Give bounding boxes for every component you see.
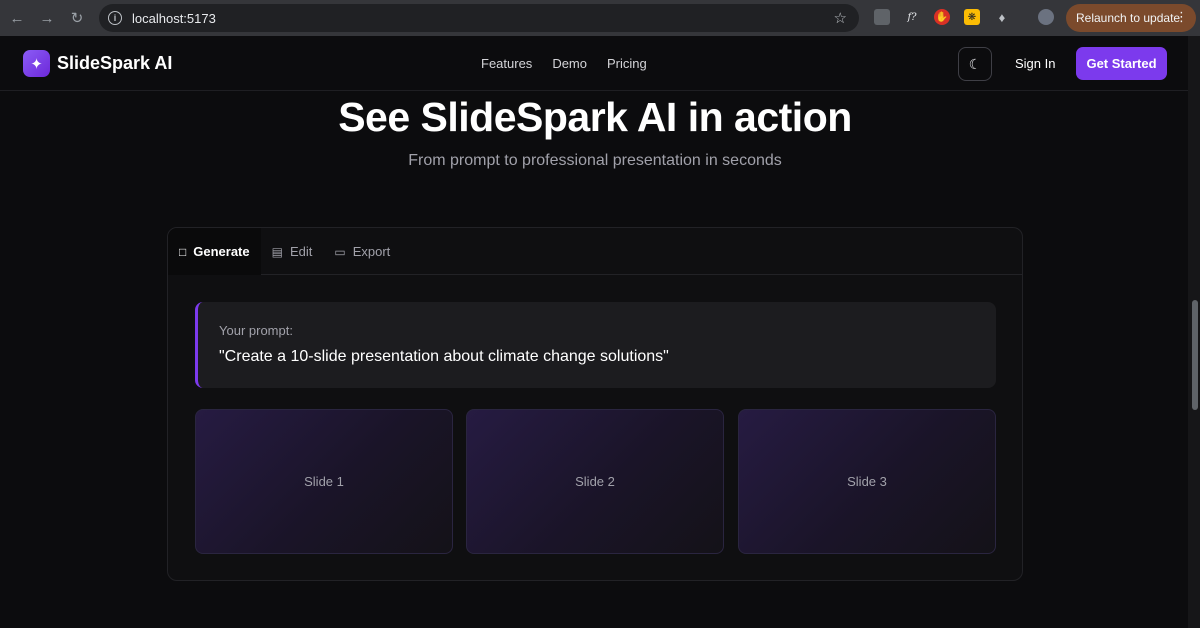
- theme-toggle-button[interactable]: ☾: [958, 47, 992, 81]
- relaunch-label: Relaunch to update: [1076, 11, 1181, 25]
- reload-icon[interactable]: ↻: [62, 0, 92, 36]
- tab-label: Edit: [289, 244, 313, 259]
- prompt-text: "Create a 10-slide presentation about cl…: [219, 348, 669, 365]
- slide-card-2[interactable]: Slide 2: [466, 409, 724, 554]
- puzzle-icon[interactable]: ♦: [994, 9, 1010, 25]
- sign-in-button[interactable]: Sign In: [1015, 56, 1055, 71]
- tab-generate[interactable]: □ Generate: [168, 228, 261, 275]
- bookmark-star-icon[interactable]: ☆: [834, 9, 847, 27]
- slide-label: Slide 3: [847, 474, 887, 489]
- slide-label: Slide 1: [304, 474, 344, 489]
- chat-icon: □: [179, 244, 187, 259]
- address-bar[interactable]: i localhost:5173 ☆: [99, 4, 859, 32]
- prompt-box: Your prompt: "Create a 10-slide presenta…: [195, 302, 996, 388]
- browser-toolbar: ← → ↻ i localhost:5173 ☆ f? ✋ ❋ ♦ Relaun…: [0, 0, 1200, 36]
- tab-label: Generate: [193, 244, 250, 259]
- nav-link-pricing[interactable]: Pricing: [607, 56, 647, 71]
- page-title: See SlideSpark AI in action: [338, 94, 852, 140]
- demo-panel: □ Generate ▤ Edit ▭ Export Your prompt: …: [167, 227, 1023, 581]
- slide-card-3[interactable]: Slide 3: [738, 409, 996, 554]
- relaunch-button[interactable]: Relaunch to update ⋮: [1066, 4, 1196, 32]
- monitor-icon: ▭: [334, 244, 346, 259]
- moon-icon: ☾: [968, 55, 982, 72]
- red-extension-icon[interactable]: ✋: [934, 9, 950, 25]
- main-nav: Features Demo Pricing: [481, 56, 647, 71]
- nav-link-demo[interactable]: Demo: [552, 56, 587, 71]
- forward-arrow-icon[interactable]: →: [32, 0, 62, 36]
- demo-tabs: □ Generate ▤ Edit ▭ Export: [168, 228, 1022, 275]
- back-arrow-icon[interactable]: ←: [2, 0, 32, 36]
- site-info-icon[interactable]: i: [108, 11, 122, 25]
- scrollbar-thumb[interactable]: [1192, 300, 1198, 410]
- sparkle-logo-icon[interactable]: ✦: [23, 50, 50, 77]
- extension-icon[interactable]: [874, 9, 890, 25]
- yellow-extension-icon[interactable]: ❋: [964, 9, 980, 25]
- formula-extension-icon[interactable]: f?: [904, 9, 920, 25]
- url-text: localhost:5173: [132, 10, 216, 26]
- get-started-button[interactable]: Get Started: [1076, 47, 1167, 80]
- slide-label: Slide 2: [575, 474, 615, 489]
- kebab-menu-icon[interactable]: ⋮: [1175, 10, 1188, 24]
- page-subtitle: From prompt to professional presentation…: [408, 152, 782, 169]
- tab-edit[interactable]: ▤ Edit: [261, 228, 324, 275]
- brand-name[interactable]: SlideSpark AI: [57, 53, 172, 74]
- document-icon: ▤: [271, 244, 283, 259]
- prompt-label: Your prompt:: [219, 323, 293, 338]
- tab-export[interactable]: ▭ Export: [323, 228, 401, 275]
- profile-avatar[interactable]: [1038, 9, 1054, 25]
- slide-card-1[interactable]: Slide 1: [195, 409, 453, 554]
- nav-link-features[interactable]: Features: [481, 56, 532, 71]
- tab-label: Export: [352, 244, 391, 259]
- app-header: ✦ SlideSpark AI Features Demo Pricing ☾ …: [0, 36, 1188, 91]
